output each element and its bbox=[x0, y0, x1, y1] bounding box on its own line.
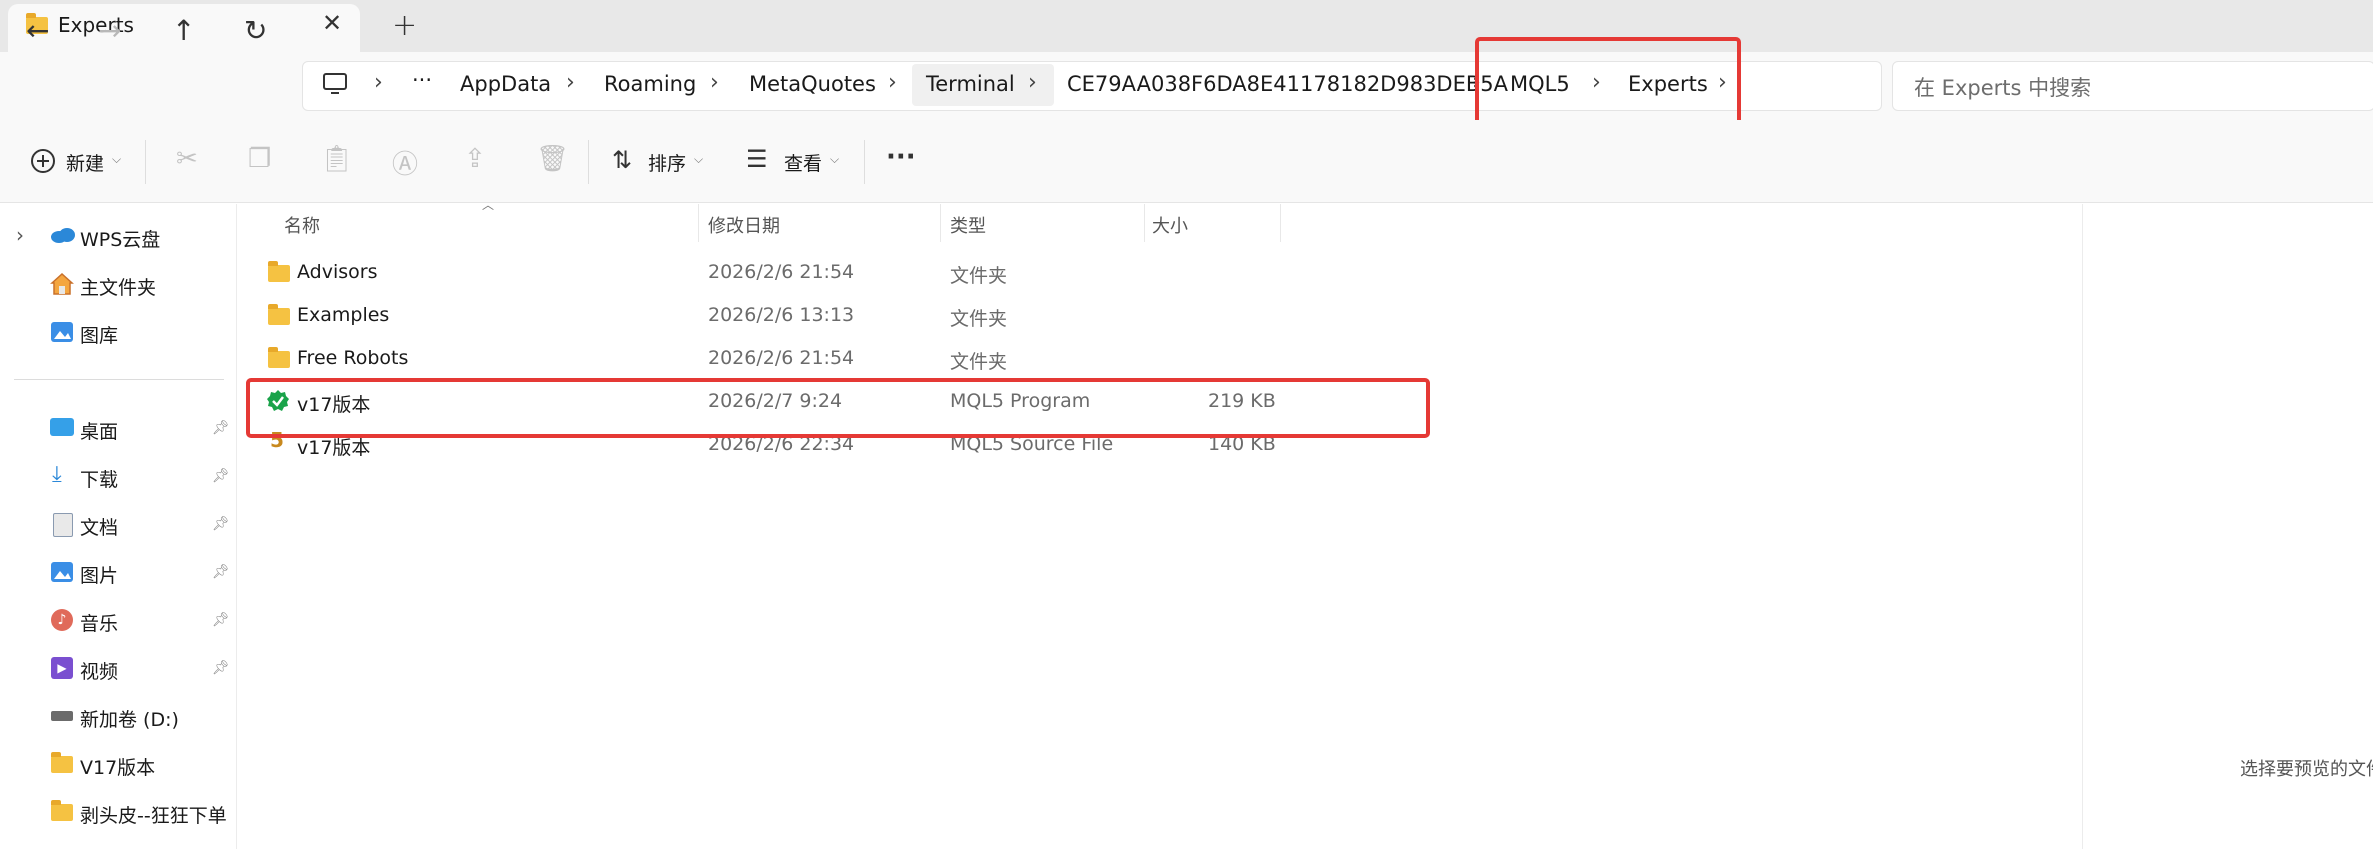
toolbar-divider bbox=[588, 140, 589, 184]
breadcrumb-separator: › bbox=[888, 70, 897, 95]
forward-button[interactable]: → bbox=[98, 14, 121, 47]
column-divider[interactable] bbox=[1280, 204, 1281, 242]
more-options-button[interactable]: ··· bbox=[886, 142, 916, 172]
refresh-button[interactable]: ↻ bbox=[244, 14, 267, 47]
toolbar-divider bbox=[145, 140, 146, 184]
sidebar-item-gallery[interactable]: 图库 bbox=[80, 321, 118, 348]
sidebar-item-documents[interactable]: 文档 bbox=[80, 513, 118, 540]
pane-divider[interactable] bbox=[236, 204, 237, 849]
music-icon: ♪ bbox=[51, 609, 73, 631]
file-type: 文件夹 bbox=[950, 308, 1008, 330]
file-date: 2026/2/6 21:54 bbox=[708, 347, 855, 369]
drive-icon bbox=[51, 711, 73, 721]
folder-icon bbox=[51, 752, 73, 773]
breadcrumb-metaquotes[interactable]: MetaQuotes bbox=[749, 72, 876, 96]
paste-icon[interactable]: 📋︎ bbox=[320, 144, 353, 174]
chevron-down-icon[interactable]: ⌵ bbox=[830, 152, 839, 167]
sort-button[interactable]: 排序 bbox=[648, 149, 686, 176]
copy-icon[interactable]: ❐ bbox=[248, 144, 271, 174]
new-button[interactable]: 新建 bbox=[66, 149, 104, 176]
desktop-icon bbox=[50, 418, 74, 436]
sidebar-item-scalping[interactable]: 剥头皮--狂狂下单 bbox=[80, 801, 227, 828]
breadcrumb-more[interactable]: ··· bbox=[412, 68, 432, 92]
pin-icon[interactable]: 📌︎ bbox=[212, 660, 230, 676]
view-icon[interactable]: ☰ bbox=[746, 145, 768, 173]
file-name[interactable]: Free Robots bbox=[297, 347, 408, 369]
pictures-icon bbox=[51, 562, 73, 582]
breadcrumb-separator: › bbox=[710, 70, 719, 95]
chevron-down-icon[interactable]: ⌵ bbox=[112, 152, 121, 167]
video-icon: ▶ bbox=[51, 657, 73, 679]
column-header-date[interactable]: 修改日期 bbox=[708, 212, 780, 238]
sidebar-divider bbox=[14, 379, 224, 380]
column-divider[interactable] bbox=[940, 204, 941, 242]
back-button[interactable]: ← bbox=[26, 14, 49, 47]
file-name[interactable]: Advisors bbox=[297, 261, 377, 283]
column-header-type[interactable]: 类型 bbox=[950, 212, 986, 238]
column-divider[interactable] bbox=[1144, 204, 1145, 242]
chevron-right-icon[interactable]: › bbox=[16, 223, 24, 247]
delete-icon[interactable]: 🗑︎ bbox=[536, 144, 569, 174]
new-tab-button[interactable]: + bbox=[392, 8, 417, 43]
up-button[interactable]: ↑ bbox=[172, 14, 195, 47]
breadcrumb-appdata[interactable]: AppData bbox=[460, 72, 551, 96]
sidebar-item-desktop[interactable]: 桌面 bbox=[80, 417, 118, 444]
sidebar-item-v17[interactable]: V17版本 bbox=[80, 753, 155, 780]
folder-icon bbox=[51, 800, 73, 821]
file-type: 文件夹 bbox=[950, 265, 1008, 287]
cut-icon[interactable]: ✂ bbox=[176, 144, 198, 174]
breadcrumb-separator: › bbox=[374, 70, 383, 95]
rename-icon[interactable]: Ⓐ bbox=[392, 144, 418, 181]
preview-placeholder: 选择要预览的文件 bbox=[2240, 759, 2373, 780]
this-pc-icon[interactable] bbox=[322, 72, 348, 96]
sidebar-item-wps-cloud[interactable]: WPS云盘 bbox=[80, 225, 160, 252]
plus-circle-icon[interactable] bbox=[30, 148, 56, 174]
breadcrumb-separator: › bbox=[566, 70, 575, 95]
share-icon[interactable]: ⇪ bbox=[464, 144, 486, 174]
document-icon bbox=[53, 513, 73, 537]
file-type: 文件夹 bbox=[950, 351, 1008, 373]
breadcrumb-terminal[interactable]: Terminal bbox=[926, 72, 1015, 96]
search-input[interactable]: 在 Experts 中搜索 bbox=[1914, 72, 2091, 102]
chevron-down-icon[interactable]: ⌵ bbox=[694, 152, 703, 167]
home-icon bbox=[50, 272, 74, 295]
command-toolbar bbox=[0, 120, 2373, 203]
toolbar-divider bbox=[864, 140, 865, 184]
gallery-icon bbox=[51, 322, 73, 342]
pin-icon[interactable]: 📌︎ bbox=[212, 468, 230, 484]
download-icon: ⤓ bbox=[52, 462, 62, 487]
close-tab-icon[interactable]: ✕ bbox=[322, 9, 342, 37]
preview-pane-divider[interactable] bbox=[2082, 204, 2083, 849]
file-date: 2026/2/6 13:13 bbox=[708, 304, 855, 326]
pin-icon[interactable]: 📌︎ bbox=[212, 612, 230, 628]
tab-title: Experts bbox=[58, 13, 134, 37]
column-header-size[interactable]: 大小 bbox=[1152, 212, 1188, 238]
view-button[interactable]: 查看 bbox=[784, 149, 822, 176]
breadcrumb-terminal-id[interactable]: CE79AA038F6DA8E41178182D983DEB5A bbox=[1067, 72, 1508, 96]
pin-icon[interactable]: 📌︎ bbox=[212, 516, 230, 532]
file-date: 2026/2/6 21:54 bbox=[708, 261, 855, 283]
cloud-icon bbox=[51, 228, 75, 243]
sidebar-item-downloads[interactable]: 下载 bbox=[80, 465, 118, 492]
sort-ascending-icon: ︿ bbox=[482, 198, 495, 212]
folder-icon bbox=[268, 261, 290, 282]
column-header-name[interactable]: 名称 bbox=[284, 212, 320, 238]
sidebar-item-pictures[interactable]: 图片 bbox=[80, 561, 118, 588]
sidebar-item-videos[interactable]: 视频 bbox=[80, 657, 118, 684]
file-name[interactable]: Examples bbox=[297, 304, 389, 326]
sidebar-item-home[interactable]: 主文件夹 bbox=[80, 273, 156, 300]
pin-icon[interactable]: 📌︎ bbox=[212, 564, 230, 580]
pin-icon[interactable]: 📌︎ bbox=[212, 420, 230, 436]
folder-icon bbox=[268, 304, 290, 325]
breadcrumb-roaming[interactable]: Roaming bbox=[604, 72, 696, 96]
column-divider[interactable] bbox=[698, 204, 699, 242]
sidebar-item-music[interactable]: 音乐 bbox=[80, 609, 118, 636]
sidebar-item-drive-d[interactable]: 新加卷 (D:) bbox=[80, 705, 179, 732]
highlight-box-file-row bbox=[246, 378, 1430, 438]
folder-icon bbox=[268, 347, 290, 368]
breadcrumb-separator: › bbox=[1028, 70, 1037, 95]
sort-icon[interactable]: ⇅ bbox=[612, 146, 632, 174]
